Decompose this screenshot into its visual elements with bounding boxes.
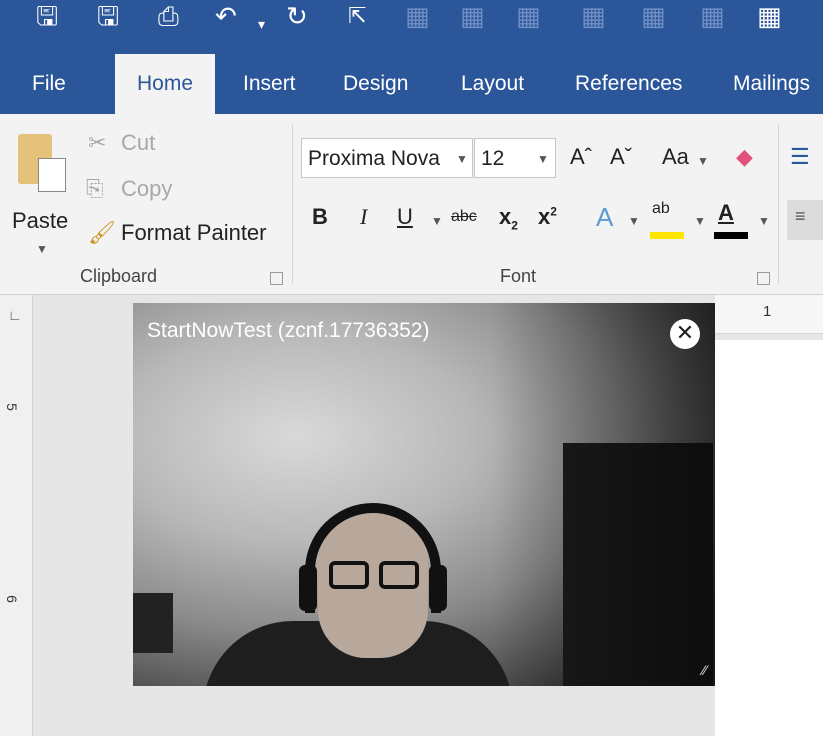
tab-insert[interactable]: Insert [243, 72, 296, 96]
paste-label: Paste [12, 208, 69, 233]
tab-design[interactable]: Design [343, 72, 408, 96]
close-icon[interactable]: ✕ [670, 319, 700, 349]
chevron-down-icon: ▼ [537, 152, 549, 166]
table-icon: ▦ [700, 2, 725, 32]
video-background [493, 303, 715, 686]
clipboard-group-label: Clipboard [80, 266, 158, 286]
subscript-button[interactable]: x2 [499, 204, 518, 232]
undo-dropdown-icon[interactable]: ▾ [258, 10, 265, 40]
chevron-down-icon[interactable]: ▼ [694, 214, 706, 228]
video-person [305, 503, 441, 613]
video-window[interactable]: StartNowTest (zcnf.17736352) ✕ ⁄⁄ [133, 303, 715, 686]
format-painter-button[interactable]: Format Painter [121, 220, 267, 246]
paste-button[interactable]: Paste ▼ [10, 124, 74, 264]
underline-button[interactable]: U [397, 204, 413, 230]
align-left-button[interactable]: ≡ [787, 200, 823, 240]
italic-button[interactable]: I [360, 204, 367, 230]
tab-references[interactable]: References [575, 72, 682, 96]
subscript-mark: 2 [511, 218, 518, 233]
redo-icon[interactable]: ↻ [286, 2, 308, 32]
copy-icon: ⎘ [86, 176, 104, 201]
ribbon-tabs: File Home Insert Design Layout Reference… [0, 48, 823, 114]
table-icon: ▦ [641, 2, 666, 32]
quick-access-toolbar: 🖫 🖫 ⎙ ↶ ▾ ↻ ⇱ ▦ ▦ ▦ ▦ ▦ ▦ ▦ [0, 0, 823, 48]
tab-file[interactable]: File [32, 72, 66, 96]
ruler-mark: 5 [3, 403, 20, 411]
save-icon[interactable]: 🖫 [36, 2, 58, 32]
video-background [133, 593, 173, 653]
format-painter-icon: 🖌 [88, 220, 116, 245]
font-name-value: Proxima Nova [308, 147, 440, 170]
video-person [329, 561, 369, 589]
table-icon: ▦ [405, 2, 430, 32]
table-icon: ▦ [581, 2, 606, 32]
ruler-mark: 6 [3, 595, 20, 603]
clear-formatting-icon[interactable]: ◆ [736, 144, 753, 170]
font-launcher-icon[interactable] [757, 272, 770, 285]
undo-icon[interactable]: ↶ [215, 2, 237, 32]
table-icon[interactable]: ▦ [757, 2, 782, 32]
paste-icon-page [38, 158, 66, 192]
tab-layout[interactable]: Layout [461, 72, 524, 96]
vertical-ruler: ∟ 5 6 [0, 295, 33, 736]
tab-home[interactable]: Home [115, 54, 216, 114]
font-size-value: 12 [481, 147, 505, 170]
font-group-label: Font [500, 266, 537, 286]
font-name-select[interactable]: Proxima Nova ▼ [301, 138, 473, 178]
chevron-down-icon[interactable]: ▼ [758, 214, 770, 228]
chevron-down-icon[interactable]: ▼ [697, 154, 709, 168]
horizontal-ruler: 1 [715, 295, 823, 334]
chevron-down-icon: ▼ [456, 152, 468, 166]
cut-icon: ✂ [88, 130, 107, 155]
cut-button[interactable]: Cut [121, 130, 155, 156]
font-color-bar [714, 232, 748, 239]
ribbon: Paste ▼ ✂ Cut ⎘ Copy 🖌 Format Painter Cl… [0, 114, 823, 295]
strikethrough-button[interactable]: abc [451, 208, 477, 226]
superscript-mark: 2 [550, 204, 557, 219]
table-icon: ▦ [516, 2, 541, 32]
highlight-color-bar [650, 232, 684, 239]
subscript-label: x [499, 204, 512, 229]
bold-button[interactable]: B [312, 204, 328, 230]
highlight-button[interactable]: ab [652, 200, 670, 218]
document-page[interactable] [715, 340, 823, 736]
copy-button[interactable]: Copy [121, 176, 172, 202]
ruler-mark: 1 [763, 303, 772, 320]
video-person [299, 565, 317, 611]
clipboard-launcher-icon[interactable] [270, 272, 283, 285]
tab-selector-icon[interactable]: ∟ [8, 307, 22, 323]
bullets-icon[interactable]: ☰ [790, 144, 810, 170]
tab-mailings[interactable]: Mailings [733, 72, 810, 96]
change-case-button[interactable]: Aa [662, 144, 689, 170]
save-as-icon[interactable]: 🖫 [97, 2, 119, 32]
video-person [379, 561, 419, 589]
select-icon[interactable]: ⇱ [348, 2, 366, 32]
resize-grip-icon[interactable]: ⁄⁄ [702, 662, 707, 678]
table-icon: ▦ [460, 2, 485, 32]
text-effects-button[interactable]: A [596, 202, 613, 233]
superscript-button[interactable]: x2 [538, 204, 557, 230]
superscript-label: x [538, 204, 551, 229]
chevron-down-icon[interactable]: ▼ [628, 214, 640, 228]
video-title: StartNowTest (zcnf.17736352) [147, 319, 430, 342]
group-divider [292, 124, 293, 284]
align-left-icon: ≡ [795, 206, 806, 226]
chevron-down-icon[interactable]: ▼ [431, 214, 443, 228]
font-size-select[interactable]: 12 ▼ [474, 138, 556, 178]
paste-dropdown-icon[interactable]: ▼ [36, 242, 48, 256]
video-person [429, 565, 447, 611]
shrink-font-icon[interactable]: Aˇ [610, 144, 632, 170]
print-preview-icon[interactable]: ⎙ [158, 2, 179, 32]
font-color-button[interactable]: A [718, 200, 734, 226]
group-divider [778, 124, 779, 284]
grow-font-icon[interactable]: Aˆ [570, 144, 592, 170]
